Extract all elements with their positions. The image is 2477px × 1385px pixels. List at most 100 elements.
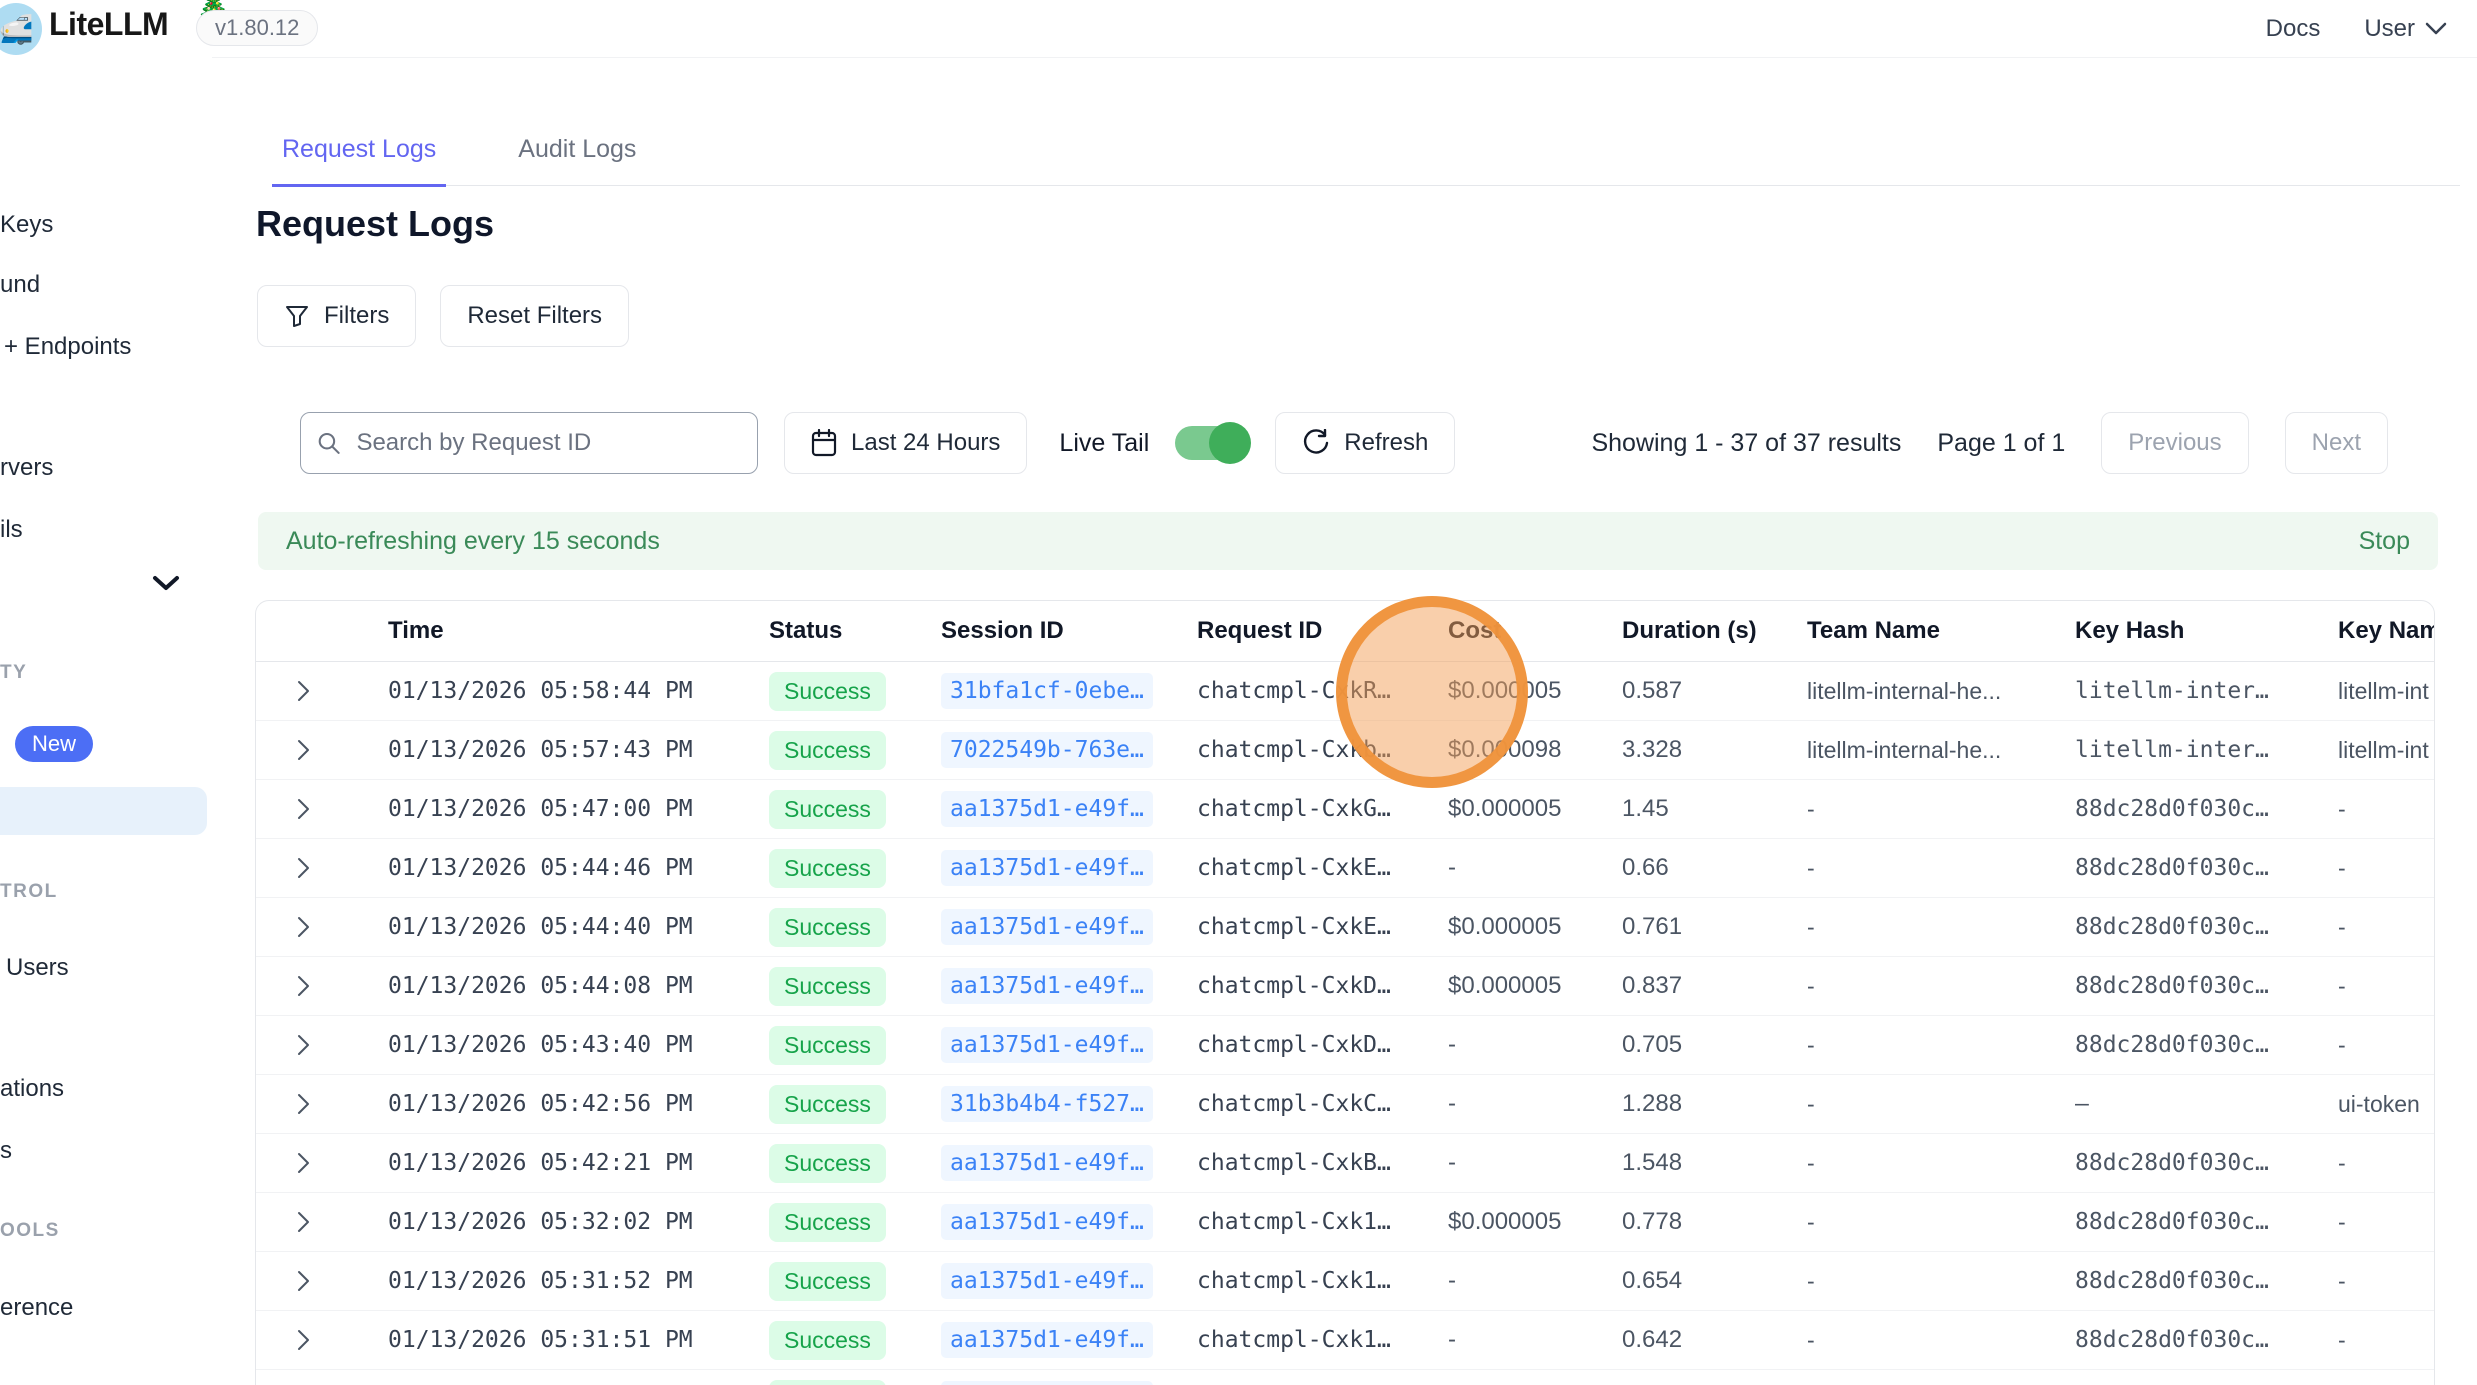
table-row: 01/13/2026 05:44:46 PMSuccessaa1375d1-e4… [256,839,2434,898]
status-badge: Success [769,1085,886,1124]
live-tail-toggle[interactable] [1175,426,1249,460]
request-id-cell: chatcmpl-CxkD… [1197,973,1448,999]
sidebar-nav: Keys und + Endpoints rvers ils TY New TR… [0,57,212,1385]
tab-request-logs[interactable]: Request Logs [272,135,446,187]
row-expand-chevron[interactable] [256,1033,388,1057]
calendar-icon [811,429,837,457]
time-range-button[interactable]: Last 24 Hours [784,412,1027,474]
cost-cell: $0.000098 [1448,736,1622,764]
time-cell: 01/13/2026 05:58:44 PM [388,678,769,704]
docs-link[interactable]: Docs [2266,15,2321,43]
session-id-link[interactable]: aa1375d1-e49f… [941,791,1153,827]
time-cell: 01/13/2026 05:44:46 PM [388,855,769,881]
team-name-cell: - [1807,1209,2075,1236]
session-id-link[interactable]: aa1375d1-e49f… [941,1322,1153,1358]
row-expand-chevron[interactable] [256,1269,388,1293]
key-hash-cell: 88dc28d0f030c… [2075,1209,2338,1235]
time-cell: 01/13/2026 05:32:02 PM [388,1209,769,1235]
team-name-cell: - [1807,1327,2075,1354]
sidebar-item-servers[interactable]: rvers [0,454,53,482]
cost-cell: - [1448,1031,1622,1059]
session-id-cell: aa1375d1-e49f… [941,791,1197,827]
status-badge: Success [769,1262,886,1301]
row-expand-chevron[interactable] [256,856,388,880]
col-header-session-id: Session ID [941,617,1197,645]
row-expand-chevron[interactable] [256,797,388,821]
session-id-link[interactable]: 31bfa1cf-0ebe… [941,673,1153,709]
session-id-link[interactable]: 31b3b4b4-f527… [941,1086,1153,1122]
table-row: 01/13/2026 05:47:00 PMSuccessaa1375d1-e4… [256,780,2434,839]
user-menu[interactable]: User [2364,15,2447,43]
row-expand-chevron[interactable] [256,738,388,762]
key-name-cell: - [2338,1327,2435,1354]
reset-filters-button[interactable]: Reset Filters [440,285,629,347]
session-id-link[interactable]: aa1375d1-e49f… [941,850,1153,886]
sidebar-item-selected-logs[interactable] [0,787,207,835]
session-id-cell: aa1375d1-e49f… [941,1145,1197,1181]
search-input[interactable] [354,428,741,458]
session-id-link[interactable]: aa1375d1-e49f… [941,1027,1153,1063]
sidebar-item-guardrails[interactable]: ils [0,516,23,544]
session-id-cell: aa1375d1-e49f… [941,968,1197,1004]
status-cell: Success [769,967,941,1006]
key-name-cell: - [2338,855,2435,882]
table-row: 01/13/2026 05:42:21 PMSuccessaa1375d1-e4… [256,1134,2434,1193]
table-row: 01/13/2026 05:43:40 PMSuccessaa1375d1-e4… [256,1016,2434,1075]
auto-refresh-message: Auto-refreshing every 15 seconds [286,527,660,556]
stop-auto-refresh-link[interactable]: Stop [2359,527,2410,556]
row-expand-chevron[interactable] [256,679,388,703]
row-expand-chevron[interactable] [256,915,388,939]
sidebar-item-api-reference[interactable]: erence [0,1294,73,1322]
row-expand-chevron[interactable] [256,1328,388,1352]
row-expand-chevron[interactable] [256,1210,388,1234]
session-id-link[interactable]: aa1375d1-e49f… [941,1204,1153,1240]
session-id-cell: aa1375d1-e49f… [941,909,1197,945]
session-id-link[interactable]: aa1375d1-e49f… [941,1145,1153,1181]
key-name-cell: litellm-int [2338,737,2435,764]
session-id-link[interactable]: 7022549b-763e… [941,732,1153,768]
sidebar-collapse-chevron-icon[interactable] [152,575,180,591]
request-id-cell: chatcmpl-Cxk1… [1197,1327,1448,1353]
filters-button[interactable]: Filters [257,285,416,347]
row-expand-chevron[interactable] [256,1092,388,1116]
col-header-cost: Cost [1448,617,1622,645]
reset-filters-button-label: Reset Filters [467,302,602,330]
request-id-cell: chatcmpl-CxkD… [1197,1032,1448,1058]
sidebar-item-organizations[interactable]: ations [0,1075,64,1103]
row-expand-chevron[interactable] [256,974,388,998]
request-id-cell: chatcmpl-CxkE… [1197,914,1448,940]
page-title: Request Logs [256,203,494,245]
duration-cell: 0.705 [1622,1031,1807,1059]
time-cell: 01/13/2026 05:44:08 PM [388,973,769,999]
row-expand-chevron[interactable] [256,1151,388,1175]
page-info-text: Page 1 of 1 [1937,429,2065,458]
col-header-status: Status [769,617,941,645]
auto-refresh-banner: Auto-refreshing every 15 seconds Stop [258,512,2438,570]
session-id-link[interactable]: aa1375d1-e49f… [941,1263,1153,1299]
table-row: 01/13/2026 05:44:40 PMSuccessaa1375d1-e4… [256,898,2434,957]
tab-bar: Request Logs Audit Logs [272,135,2460,186]
status-cell: Success [769,1380,941,1385]
session-id-link[interactable]: aa1375d1-e49f… [941,968,1153,1004]
sidebar-item-teams[interactable]: s [0,1137,12,1165]
key-name-cell: - [2338,1209,2435,1236]
next-page-button[interactable]: Next [2285,412,2388,474]
duration-cell: 0.587 [1622,677,1807,705]
sidebar-item-endpoints[interactable]: + Endpoints [4,333,131,361]
top-navbar: 🚅 LiteLLM 🎄 v1.80.12 Docs User [0,0,2477,58]
status-cell: Success [769,1262,941,1301]
sidebar-item-keys[interactable]: Keys [0,211,53,239]
status-cell: Success [769,731,941,770]
sidebar-item-users[interactable]: Users [6,954,69,982]
request-id-cell: chatcmpl-CxkE… [1197,855,1448,881]
sidebar-item-playground[interactable]: und [0,271,40,299]
previous-page-button[interactable]: Previous [2101,412,2248,474]
search-box [300,412,758,474]
session-id-link[interactable]: aa1375d1-e49f… [941,909,1153,945]
tab-audit-logs[interactable]: Audit Logs [508,135,646,185]
refresh-button[interactable]: Refresh [1275,412,1455,474]
user-menu-label: User [2364,15,2415,43]
key-name-cell: - [2338,796,2435,823]
key-name-cell: - [2338,1032,2435,1059]
session-id-link[interactable]: aa1375d1-e49f… [941,1381,1153,1385]
